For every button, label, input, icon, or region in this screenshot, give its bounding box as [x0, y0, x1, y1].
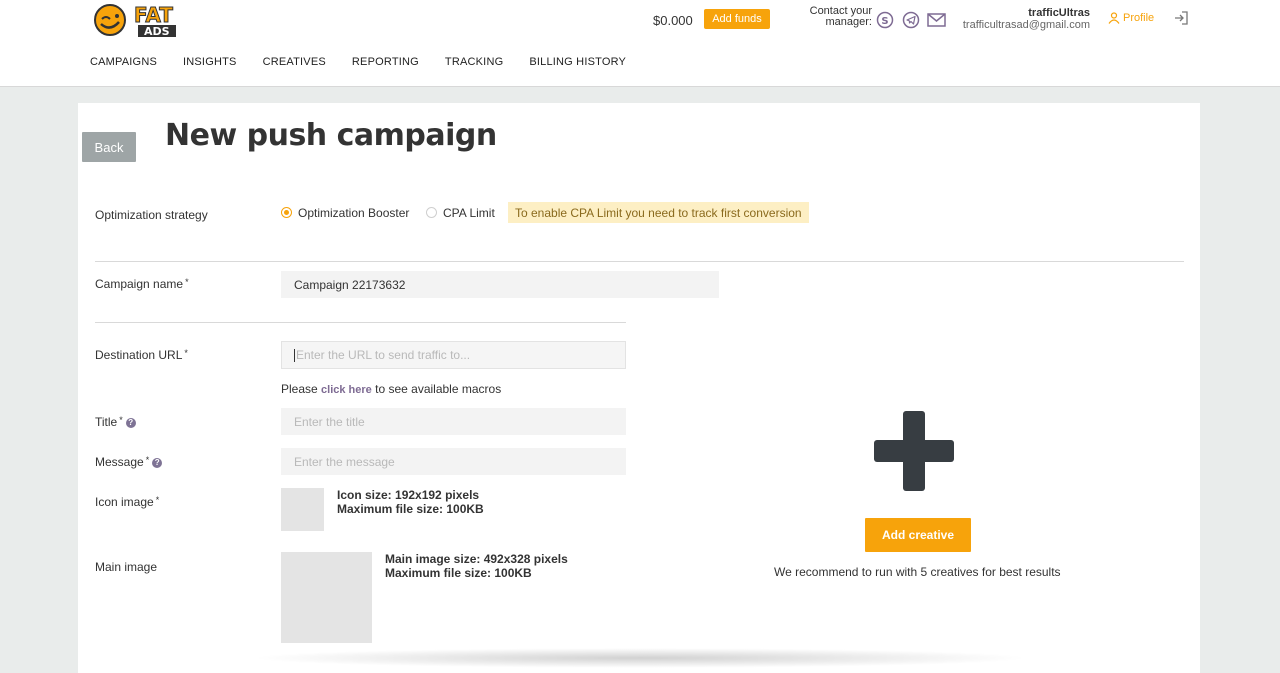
icon-image-info: Icon size: 192x192 pixels Maximum file s… — [337, 488, 484, 516]
destination-url-label: Destination URL * — [95, 348, 188, 362]
user-email: trafficultrasad@gmail.com — [962, 19, 1090, 31]
main-nav: CAMPAIGNS INSIGHTS CREATIVES REPORTING T… — [90, 56, 652, 68]
required-mark: * — [119, 415, 123, 425]
icon-size-text: Icon size: 192x192 pixels — [337, 488, 480, 502]
macros-link[interactable]: click here — [321, 384, 372, 396]
required-mark: * — [145, 455, 150, 465]
required-mark: * — [155, 495, 160, 505]
message-label: Message *? — [95, 455, 163, 469]
nav-reporting[interactable]: REPORTING — [352, 56, 419, 68]
main-image-info: Main image size: 492x328 pixels Maximum … — [385, 552, 568, 580]
divider — [95, 322, 626, 323]
nav-tracking[interactable]: TRACKING — [445, 56, 503, 68]
svg-text:FAT: FAT — [134, 3, 173, 27]
required-mark: * — [185, 277, 189, 287]
icon-image-label-text: Icon image — [95, 495, 154, 509]
nav-insights[interactable]: INSIGHTS — [183, 56, 237, 68]
title-label: Title *? — [95, 415, 136, 429]
optimization-strategy-label: Optimization strategy — [95, 208, 208, 222]
radio-optimization-booster[interactable] — [281, 207, 292, 218]
campaign-name-label-text: Campaign name — [95, 277, 184, 291]
macro-suffix: to see available macros — [371, 382, 502, 396]
main-panel — [78, 103, 1200, 673]
mail-icon[interactable] — [927, 11, 946, 29]
campaign-name-input[interactable]: Campaign 22173632 — [281, 271, 719, 298]
main-size-text: Main image size: 492x328 pixels — [385, 552, 568, 566]
bottom-shadow — [250, 648, 1030, 668]
destination-url-input[interactable]: Enter the URL to send traffic to... — [281, 341, 626, 369]
telegram-icon[interactable] — [902, 11, 920, 29]
required-mark: * — [184, 348, 188, 358]
account-balance: $0.000 — [653, 13, 693, 28]
nav-billing-history[interactable]: BILLING HISTORY — [529, 56, 626, 68]
cpa-limit-notice: To enable CPA Limit you need to track fi… — [508, 202, 809, 223]
contact-manager-label: Contact your manager: — [800, 6, 872, 28]
campaign-name-label: Campaign name * — [95, 277, 189, 291]
contact-label-line2: manager: — [825, 16, 872, 28]
optimization-booster-label[interactable]: Optimization Booster — [298, 206, 409, 220]
fat-ads-logo[interactable]: FAT ADS — [92, 2, 202, 38]
icon-image-label: Icon image * — [95, 495, 159, 509]
help-icon[interactable]: ? — [152, 457, 163, 468]
cpa-limit-label[interactable]: CPA Limit — [443, 206, 495, 220]
page-title: New push campaign — [165, 118, 497, 153]
top-header: FAT ADS $0.000 Add funds Contact your ma… — [0, 0, 1280, 87]
nav-campaigns[interactable]: CAMPAIGNS — [90, 56, 157, 68]
macro-note: Please click here to see available macro… — [281, 382, 501, 396]
divider — [95, 261, 1184, 262]
profile-link[interactable]: Profile — [1108, 12, 1154, 24]
main-image-label: Main image — [95, 560, 158, 574]
icon-image-upload[interactable] — [281, 488, 324, 531]
logout-icon[interactable] — [1173, 10, 1189, 26]
user-icon — [1108, 12, 1120, 24]
nav-creatives[interactable]: CREATIVES — [263, 56, 326, 68]
destination-url-placeholder: Enter the URL to send traffic to... — [296, 348, 471, 362]
message-input[interactable]: Enter the message — [281, 448, 626, 475]
text-caret — [294, 348, 295, 362]
back-button[interactable]: Back — [82, 132, 136, 162]
profile-label: Profile — [1123, 12, 1155, 24]
skype-icon[interactable]: S — [876, 11, 894, 29]
radio-cpa-limit[interactable] — [426, 207, 437, 218]
svg-text:S: S — [881, 16, 888, 27]
message-label-text: Message — [95, 455, 144, 469]
main-max-size-text: Maximum file size: 100KB — [385, 566, 532, 580]
icon-max-size-text: Maximum file size: 100KB — [337, 502, 484, 516]
title-input[interactable]: Enter the title — [281, 408, 626, 435]
help-icon[interactable]: ? — [125, 417, 136, 428]
add-funds-button[interactable]: Add funds — [704, 9, 770, 29]
main-image-upload[interactable] — [281, 552, 372, 643]
svg-text:ADS: ADS — [144, 25, 170, 38]
macro-prefix: Please — [281, 382, 322, 396]
user-name: trafficUltras — [1028, 7, 1090, 19]
destination-url-label-text: Destination URL — [95, 348, 183, 362]
add-creative-button[interactable]: Add creative — [865, 518, 971, 552]
creatives-recommendation: We recommend to run with 5 creatives for… — [774, 565, 1061, 579]
add-creative-plus-icon[interactable] — [874, 411, 954, 491]
title-label-text: Title — [95, 415, 118, 429]
